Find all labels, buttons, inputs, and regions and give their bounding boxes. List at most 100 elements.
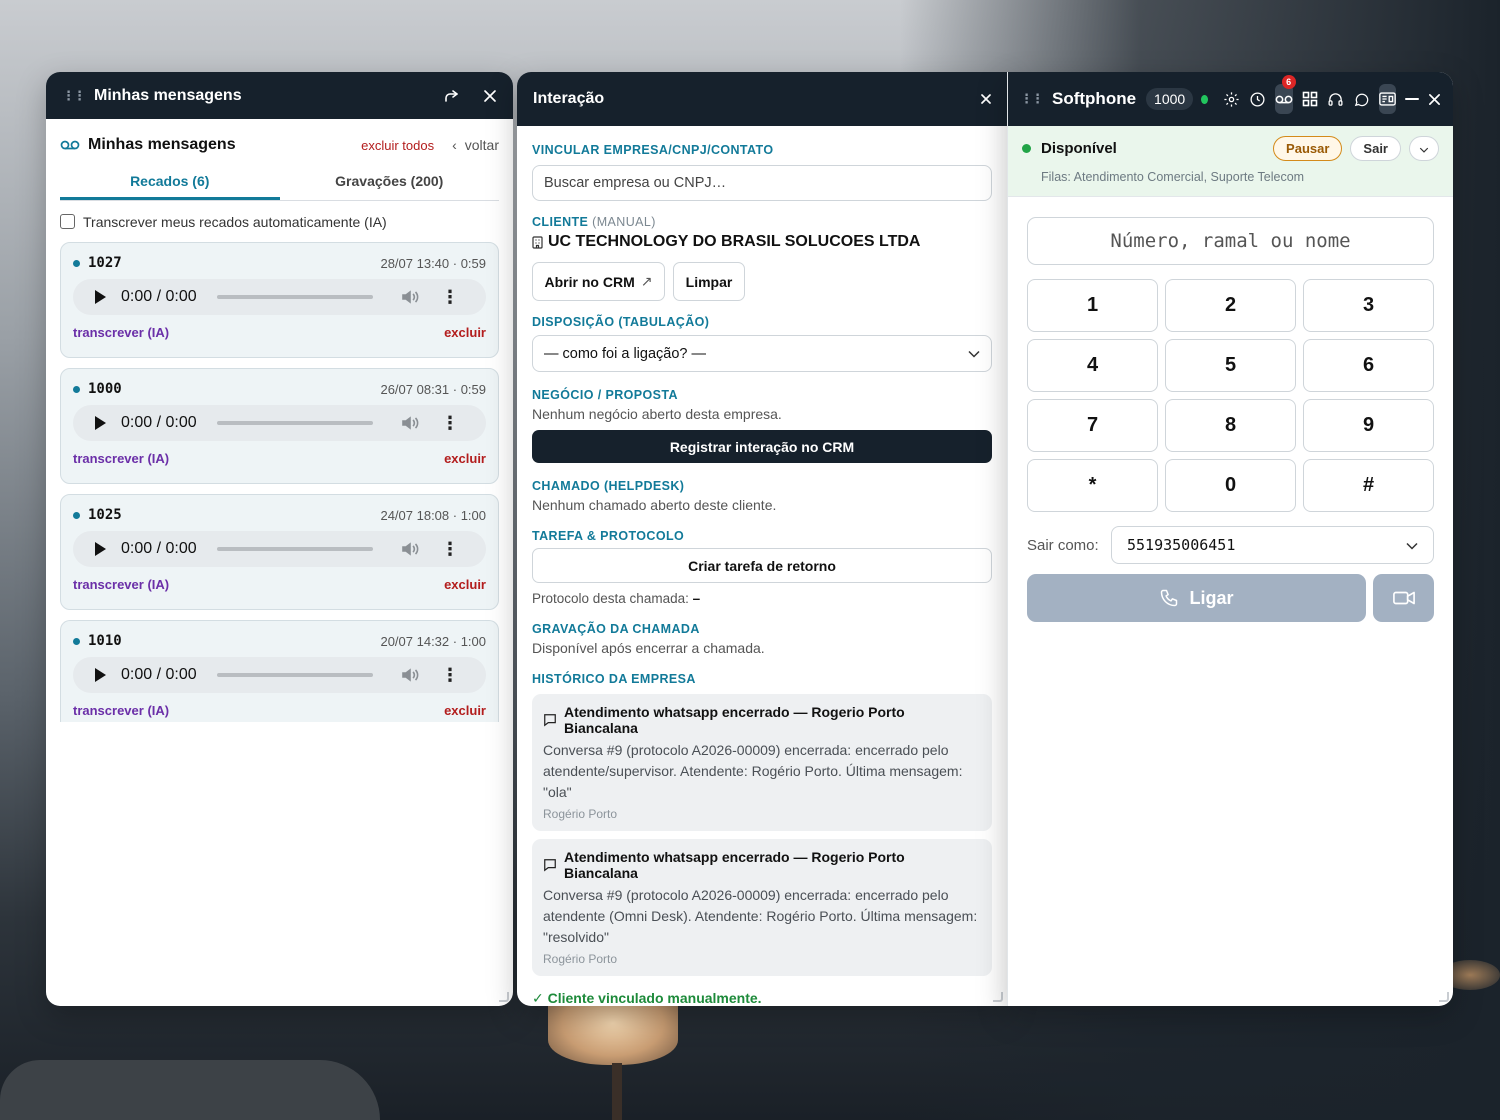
drag-handle-icon[interactable]: ⋮⋮	[62, 88, 86, 104]
player-time: 0:00 / 0:00	[121, 666, 197, 683]
panel-title: Interação	[533, 90, 605, 107]
video-call-button[interactable]	[1373, 574, 1434, 622]
open-crm-label: Abrir no CRM	[544, 273, 635, 290]
player-time: 0:00 / 0:00	[121, 414, 197, 431]
history-entry[interactable]: Atendimento whatsapp encerrado — Rogerio…	[532, 839, 992, 976]
caller-id-label: Sair como:	[1027, 536, 1099, 554]
protocol-label: Protocolo desta chamada:	[532, 591, 689, 606]
extension-number: 1025	[88, 507, 122, 523]
softphone-header[interactable]: ⋮⋮ Softphone 1000 6	[1008, 72, 1453, 126]
interaction-panel-header[interactable]: Interação	[517, 72, 1007, 126]
volume-icon[interactable]	[401, 289, 421, 305]
dialpad-key[interactable]: *	[1027, 459, 1158, 512]
back-link[interactable]: ‹ voltar	[452, 137, 499, 153]
caller-id-select[interactable]: 551935006451	[1111, 526, 1434, 564]
chat-icon[interactable]	[1353, 91, 1370, 108]
more-options-icon[interactable]: ⋮	[441, 540, 459, 558]
volume-icon[interactable]	[401, 667, 421, 683]
voicemail-icon[interactable]: 6	[1274, 75, 1296, 114]
dialpad-key[interactable]: 9	[1303, 399, 1434, 452]
seek-bar[interactable]	[217, 421, 373, 425]
pause-button[interactable]: Pausar	[1273, 136, 1343, 161]
delete-link[interactable]: excluir	[444, 577, 486, 592]
volume-icon[interactable]	[401, 541, 421, 557]
disposition-select[interactable]: — como foi a ligação? —	[532, 335, 992, 372]
dialpad-key[interactable]: 7	[1027, 399, 1158, 452]
resize-handle[interactable]	[1439, 992, 1449, 1002]
client-name: UC TECHNOLOGY DO BRASIL SOLUCOES LTDA	[548, 233, 921, 250]
play-icon[interactable]	[95, 668, 106, 682]
play-icon[interactable]	[95, 416, 106, 430]
history-body: Conversa #9 (protocolo A2026-00009) ence…	[543, 887, 978, 945]
grid-icon[interactable]	[1302, 91, 1318, 107]
transcribe-link[interactable]: transcrever (IA)	[73, 577, 169, 592]
linked-message: ✓ Cliente vinculado manualmente.	[532, 990, 762, 1006]
contact-card-icon[interactable]	[1378, 84, 1396, 114]
history-entry[interactable]: Atendimento whatsapp encerrado — Rogerio…	[532, 694, 992, 831]
delete-all-link[interactable]: excluir todos	[361, 138, 434, 153]
minimize-icon[interactable]	[1405, 92, 1419, 106]
seek-bar[interactable]	[217, 547, 373, 551]
dialpad-key[interactable]: 5	[1165, 339, 1296, 392]
clear-button[interactable]: Limpar	[673, 262, 745, 301]
close-icon[interactable]	[981, 94, 991, 104]
player-time: 0:00 / 0:00	[121, 540, 197, 557]
seek-bar[interactable]	[217, 295, 373, 299]
drag-handle-icon[interactable]: ⋮⋮	[1020, 91, 1044, 107]
history-clock-icon[interactable]	[1249, 91, 1266, 108]
close-icon[interactable]	[1428, 93, 1441, 106]
voicemail-datetime: 20/07 14:32 · 1:00	[380, 633, 486, 649]
headset-icon[interactable]	[1327, 91, 1344, 108]
dial-input[interactable]: Número, ramal ou nome	[1027, 217, 1434, 265]
disposition-value: — como foi a ligação? —	[544, 345, 706, 362]
volume-icon[interactable]	[401, 415, 421, 431]
dialpad-key[interactable]: 8	[1165, 399, 1296, 452]
resize-handle[interactable]	[499, 992, 509, 1002]
extension-number: 1000	[88, 381, 122, 397]
background-lamp-stem	[612, 1063, 622, 1120]
company-search-input[interactable]: Buscar empresa ou CNPJ…	[532, 165, 992, 201]
interaction-panel: Interação VINCULAR EMPRESA/CNPJ/CONTATO …	[517, 72, 1007, 1006]
transcribe-link[interactable]: transcrever (IA)	[73, 325, 169, 340]
gear-icon[interactable]	[1223, 91, 1240, 108]
popout-icon[interactable]	[443, 88, 459, 104]
dialpad-key[interactable]: 1	[1027, 279, 1158, 332]
history-author: Rogério Porto	[543, 807, 618, 821]
voicemail-extension: 1010	[73, 633, 122, 649]
delete-link[interactable]: excluir	[444, 451, 486, 466]
transcribe-link[interactable]: transcrever (IA)	[73, 703, 169, 718]
open-crm-button[interactable]: Abrir no CRM ↗	[532, 262, 665, 301]
auto-transcribe-option[interactable]: Transcrever meus recados automaticamente…	[46, 201, 513, 242]
dialpad-key[interactable]: 6	[1303, 339, 1434, 392]
status-dot	[1022, 144, 1031, 153]
tab-recados[interactable]: Recados (6)	[60, 171, 280, 200]
expand-button[interactable]	[1409, 136, 1439, 161]
logout-button[interactable]: Sair	[1350, 136, 1401, 161]
extension-number: 1027	[88, 255, 122, 271]
register-crm-button[interactable]: Registrar interação no CRM	[532, 430, 992, 463]
tab-gravacoes[interactable]: Gravações (200)	[280, 171, 500, 200]
close-icon[interactable]	[483, 89, 497, 103]
auto-transcribe-checkbox[interactable]	[60, 214, 75, 229]
delete-link[interactable]: excluir	[444, 325, 486, 340]
seek-bar[interactable]	[217, 673, 373, 677]
more-options-icon[interactable]: ⋮	[441, 288, 459, 306]
dialpad-key[interactable]: 2	[1165, 279, 1296, 332]
voicemail-extension: 1027	[73, 255, 122, 271]
delete-link[interactable]: excluir	[444, 703, 486, 718]
more-options-icon[interactable]: ⋮	[441, 666, 459, 684]
messages-panel-header[interactable]: ⋮⋮ Minhas mensagens	[46, 72, 513, 119]
status-label: Disponível	[1041, 140, 1117, 157]
play-icon[interactable]	[95, 290, 106, 304]
dialpad-key[interactable]: 4	[1027, 339, 1158, 392]
dialpad-key[interactable]: 3	[1303, 279, 1434, 332]
dialpad-key[interactable]: #	[1303, 459, 1434, 512]
more-options-icon[interactable]: ⋮	[441, 414, 459, 432]
transcribe-link[interactable]: transcrever (IA)	[73, 451, 169, 466]
history-list: Atendimento whatsapp encerrado — Rogerio…	[532, 694, 992, 976]
call-button[interactable]: Ligar	[1027, 574, 1366, 622]
play-icon[interactable]	[95, 542, 106, 556]
resize-handle[interactable]	[993, 992, 1003, 1002]
dialpad-key[interactable]: 0	[1165, 459, 1296, 512]
create-task-button[interactable]: Criar tarefa de retorno	[532, 548, 992, 583]
